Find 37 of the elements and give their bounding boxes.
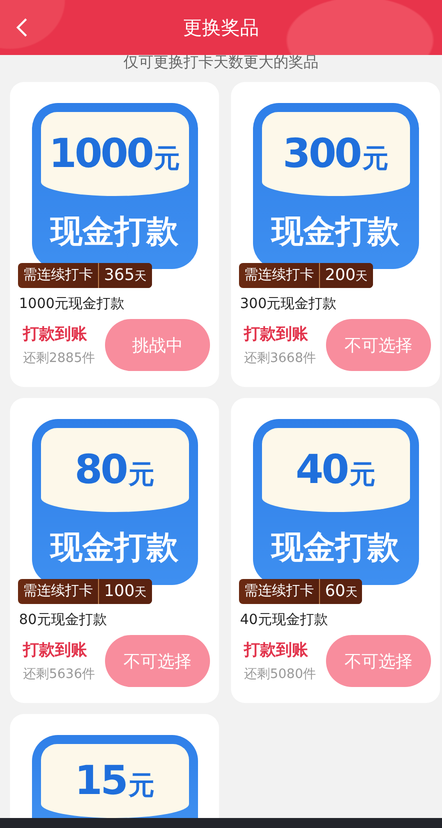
hint-text: 仅可更换打卡天数更大的奖品 [122, 54, 320, 73]
badge-label: 需连续打卡 [22, 266, 94, 285]
prize-card[interactable]: 1000元 现金打款 需连续打卡 365天 1000元现金打款 打款到账 还剩2885件 挑战中 [10, 82, 219, 387]
stock-text: 还剩2885件 [23, 350, 96, 366]
stock-text: 还剩5636件 [23, 666, 96, 682]
badge-days: 100天 [98, 579, 152, 604]
back-icon[interactable] [15, 17, 28, 38]
page-title: 更换奖品 [183, 16, 259, 40]
delivery-text: 打款到账 [244, 640, 309, 660]
badge-label: 需连续打卡 [22, 582, 94, 601]
stock-text: 还剩3668件 [244, 350, 316, 366]
prize-name: 300元现金打款 [240, 295, 337, 313]
badge-days: 365天 [98, 263, 152, 288]
delivery-text: 打款到账 [23, 640, 88, 660]
prize-name: 1000元现金打款 [19, 295, 125, 313]
coupon-label: 现金打款 [50, 211, 178, 252]
coupon-label: 现金打款 [272, 211, 400, 252]
coupon-label: 现金打款 [272, 527, 400, 568]
coupon-label: 现金打款 [50, 527, 178, 568]
prize-card[interactable]: 80元 现金打款 需连续打卡 100天 80元现金打款 打款到账 还剩5636件 不可选择 [10, 398, 219, 703]
delivery-text: 打款到账 [23, 324, 88, 344]
prize-name: 80元现金打款 [19, 611, 107, 629]
prize-amount: 80元 [74, 447, 154, 493]
prize-name: 40元现金打款 [240, 611, 328, 629]
prize-amount: 15元 [74, 758, 154, 804]
badge-label: 需连续打卡 [243, 266, 315, 285]
prize-amount: 300元 [282, 131, 388, 177]
prize-amount: 40元 [296, 447, 376, 493]
delivery-text: 打款到账 [244, 324, 309, 344]
prize-card[interactable]: 40元 现金打款 需连续打卡 60天 40元现金打款 打款到账 还剩5080件 不可选择 [231, 398, 440, 703]
badge-label: 需连续打卡 [243, 582, 315, 601]
stock-text: 还剩5080件 [244, 666, 316, 682]
prize-card[interactable]: 15元 [10, 714, 219, 818]
badge-days: 60天 [319, 579, 362, 604]
badge-days: 200天 [319, 263, 373, 288]
prize-card[interactable]: 300元 现金打款 需连续打卡 200天 300元现金打款 打款到账 还剩3668件 不可选择 [231, 82, 440, 387]
prize-amount: 1000元 [48, 131, 180, 177]
